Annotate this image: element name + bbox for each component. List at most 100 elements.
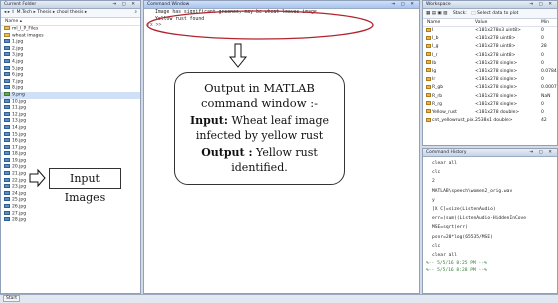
ws-min-header[interactable]: Min <box>541 19 549 26</box>
folder-list-item[interactable]: ml_I_P_Files <box>1 26 140 33</box>
folder-list-item[interactable]: 18.jpg <box>1 151 140 158</box>
panel-controls[interactable]: ⇥ ▢ ✕ <box>529 1 554 8</box>
current-folder-panel: Current Folder ⇥ ▢ ✕ ◂ ▸ ⇧ M.Tech ▸ Thes… <box>0 0 141 294</box>
command-history-title: Command History <box>426 150 467 155</box>
history-entry[interactable]: 2 <box>426 177 526 186</box>
print-icon[interactable]: ▧ <box>443 11 447 16</box>
variable-min: 0.0784 <box>541 68 557 74</box>
variable-min: 0 <box>541 60 544 66</box>
image-file-icon <box>4 91 10 96</box>
folder-list-item[interactable]: 19.jpg <box>1 157 140 165</box>
panel-controls[interactable]: ⇥ ▢ ✕ <box>391 1 416 8</box>
history-entry[interactable]: MSE=sqrt(err) <box>426 223 526 232</box>
folder-list-item[interactable]: 9.png <box>1 91 140 99</box>
file-name: 15.jpg <box>12 132 27 137</box>
folder-list-item[interactable]: 4.jpg <box>1 58 140 66</box>
ws-name-header[interactable]: Name <box>427 19 440 26</box>
workspace-variable-row[interactable]: Ib <181x278 single> 0 <box>423 60 557 68</box>
start-button[interactable]: Start <box>3 295 20 302</box>
back-icon[interactable]: ◂ <box>4 10 6 15</box>
folder-column-header[interactable]: Name ▴ <box>1 18 140 26</box>
open-icon[interactable]: ▤ <box>432 11 436 16</box>
save-icon[interactable]: ▣ <box>437 11 441 16</box>
workspace-variable-row[interactable]: I_b <181x278 uint8> 0 <box>423 35 557 43</box>
workspace-variable-row[interactable]: cnt_yellowrust_pix... 2538x1 double> 42 <box>423 117 557 125</box>
name-column-header[interactable]: Name <box>5 19 18 24</box>
new-variable-icon[interactable]: ▦ <box>426 11 430 16</box>
history-entry[interactable]: err=(sum((ListenAudio-HiddenInCove <box>426 214 526 223</box>
history-entry[interactable]: clc <box>426 168 526 177</box>
input-images-text: Input Images <box>64 172 106 204</box>
history-entry[interactable]: MATLAB\speech\women2_orig.wav <box>426 187 526 196</box>
folder-list-item[interactable]: 3.jpg <box>1 52 140 59</box>
folder-list-item[interactable]: wheat images <box>1 32 140 40</box>
folder-list-item[interactable]: 1.jpg <box>1 39 140 46</box>
path-segment[interactable]: Thesis <box>37 10 51 15</box>
image-file-icon <box>4 157 10 162</box>
file-name: 27.jpg <box>12 211 27 217</box>
workspace-variable-row[interactable]: I <181x278x3 uint8> 0 <box>423 27 557 35</box>
image-file-icon <box>4 210 10 215</box>
image-file-icon <box>4 184 10 189</box>
workspace-variable-row[interactable]: I_r <181x278 uint8> 0 <box>423 52 557 60</box>
panel-controls[interactable]: ⇥ ▢ ✕ <box>112 1 137 8</box>
variable-value: <181x278 single> <box>475 93 518 99</box>
workspace-variable-row[interactable]: Ig <181x278 single> 0.0784 <box>423 68 557 76</box>
folder-list-item[interactable]: 11.jpg <box>1 105 140 112</box>
variable-value: <181x278 uint8> <box>475 52 516 58</box>
folder-list-item[interactable]: 13.jpg <box>1 118 140 125</box>
file-name: 21.jpg <box>12 171 27 177</box>
workspace-header[interactable]: Name Value Min <box>423 19 557 27</box>
history-entry[interactable]: y <box>426 196 526 205</box>
folder-list-item[interactable]: 28.jpg <box>1 217 140 224</box>
plot-icon[interactable]: ⬚ <box>471 11 475 16</box>
history-session-marker[interactable]: %-- 5/5/16 8:25 PM --% <box>426 260 526 267</box>
history-entry[interactable]: clear all <box>426 251 526 260</box>
folder-list-item[interactable]: 17.jpg <box>1 144 140 152</box>
folder-list-item[interactable]: 12.jpg <box>1 111 140 119</box>
workspace-variable-row[interactable]: I_g <181x278 uint8> 28 <box>423 43 557 51</box>
panel-controls[interactable]: ⇥ ▢ ✕ <box>529 149 554 156</box>
variable-icon <box>426 109 431 114</box>
variable-min: 0 <box>541 28 544 33</box>
workspace-variable-row[interactable]: R_gb <181x278 single> 0.0007 <box>423 84 557 92</box>
folder-list-item[interactable]: 15.jpg <box>1 131 140 139</box>
search-icon[interactable]: ⌕ <box>134 9 137 17</box>
folder-list-item[interactable]: 5.jpg <box>1 65 140 73</box>
history-session-marker[interactable]: %-- 5/5/16 8:28 PM --% <box>426 267 526 274</box>
folder-list-item[interactable]: 7.jpg <box>1 78 140 86</box>
folder-list-item[interactable]: 2.jpg <box>1 45 140 53</box>
history-entry[interactable]: psnr=20*log(65535/MSE) <box>426 233 526 242</box>
folder-list-item[interactable]: 16.jpg <box>1 138 140 145</box>
variable-icon <box>426 52 431 57</box>
history-entry[interactable]: clc <box>426 242 526 251</box>
workspace-variable-row[interactable]: Ir <181x278 single> 0 <box>423 76 557 84</box>
image-file-icon <box>4 72 10 77</box>
folder-list-item[interactable]: 10.jpg <box>1 98 140 106</box>
variable-min: 0 <box>541 77 544 83</box>
address-bar[interactable]: ◂ ▸ ⇧ M.Tech ▸ Thesis ▸ chool thesis ▸ ⌕ <box>1 9 140 18</box>
history-entry[interactable]: [X C]=size(ListenAudio) <box>426 205 526 214</box>
folder-list-item[interactable]: 14.jpg <box>1 124 140 132</box>
file-name: 28.jpg <box>12 217 27 223</box>
command-prompt[interactable]: fx >> <box>147 23 417 30</box>
command-output[interactable]: Image has significant greenes, may be wh… <box>147 10 417 30</box>
folder-list-item[interactable]: 6.jpg <box>1 72 140 79</box>
ws-value-header[interactable]: Value <box>475 19 487 26</box>
folder-list-item[interactable]: 8.jpg <box>1 85 140 92</box>
workspace-variable-row[interactable]: R_rb <181x278 single> NaN <box>423 93 557 101</box>
stack-label[interactable]: Stack: <box>453 11 467 16</box>
workspace-variable-row[interactable]: Yellow_rust <181x278 double> 0 <box>423 109 557 117</box>
up-icon[interactable]: ⇧ <box>11 10 15 15</box>
variable-value: <181x278 double> <box>475 109 520 115</box>
forward-icon[interactable]: ▸ <box>8 10 10 15</box>
select-data-button[interactable]: Select data to plot <box>477 11 518 16</box>
variable-icon <box>426 84 431 89</box>
history-entry[interactable]: clear all <box>426 159 526 168</box>
path-segment[interactable]: chool thesis <box>57 10 84 15</box>
folder-list-item[interactable]: 27.jpg <box>1 210 140 218</box>
variable-icon <box>426 68 431 73</box>
variable-name: Ig <box>432 68 437 74</box>
path-segment[interactable]: M.Tech <box>17 10 32 15</box>
workspace-variable-row[interactable]: R_rg <181x278 single> 0 <box>423 101 557 109</box>
